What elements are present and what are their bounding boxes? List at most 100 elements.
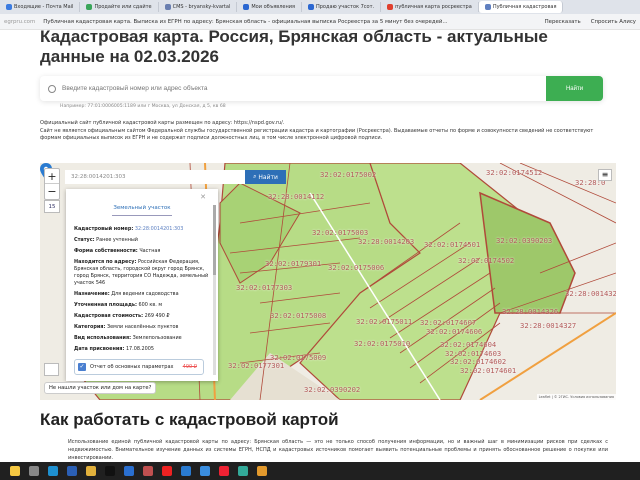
parcel-label[interactable]: 32:02:0175008 xyxy=(270,311,326,320)
taskbar-app-icon[interactable] xyxy=(162,466,172,476)
tab-favicon-icon xyxy=(243,4,250,10)
parcel-label[interactable]: 32:02:0174607 xyxy=(420,318,476,327)
taskbar-app-icon[interactable] xyxy=(257,466,267,476)
report-option[interactable]: ✓ Отчет об основных параметрах 490 ₽ xyxy=(74,359,204,375)
field-label: Форма собственности: xyxy=(74,248,138,254)
taskbar-app-icon[interactable] xyxy=(29,466,39,476)
cadastral-map[interactable]: 32:02:0175002 32:28:0014112 32:02:0174512 3… xyxy=(40,163,616,400)
parcel-label[interactable]: 32:28:0014326 xyxy=(502,307,558,316)
taskbar-app-icon[interactable] xyxy=(200,466,210,476)
popup-field: Статус: Ранее учтенный xyxy=(74,237,210,244)
parcel-label[interactable]: 32:02:0390203 xyxy=(496,236,552,245)
field-label: Кадастровая стоимость: xyxy=(74,313,144,319)
parcel-label[interactable]: 32:02:0174604 xyxy=(440,340,496,349)
browser-tab[interactable]: Входящие - Почта Mail xyxy=(0,2,81,12)
search-hint: Например: 77:01:0006005:1189 или г Москв… xyxy=(60,104,226,109)
tab-favicon-icon xyxy=(308,4,314,10)
page-title: Кадастровая карта. Россия, Брянская обла… xyxy=(40,27,548,66)
report-label: Отчет об основных параметрах xyxy=(90,363,174,370)
parcel-label[interactable]: 32:28:0014327 xyxy=(520,321,576,330)
taskbar-app-icon[interactable] xyxy=(10,466,20,476)
tab-label: Публичная кадастровая xyxy=(492,4,557,10)
field-label: Находится по адресу: xyxy=(74,259,137,265)
url-domain: egrpru.com xyxy=(4,18,36,25)
popup-field: Назначение: Для ведения садоводства xyxy=(74,291,210,298)
taskbar-app-icon[interactable] xyxy=(124,466,134,476)
parcel-label[interactable]: 32:02:0390202 xyxy=(304,385,360,394)
map-attribution: Leaflet | © 2ГИС. Условия использования xyxy=(536,394,616,400)
search-button[interactable]: Найти xyxy=(546,76,603,101)
parcel-label[interactable]: 32:28:0014203 xyxy=(358,237,414,246)
field-value: 600 кв. м xyxy=(138,302,163,308)
notice-line: Официальный сайт публичной кадастровой к… xyxy=(40,120,285,126)
parcel-label[interactable]: 32:02:0174502 xyxy=(458,256,514,265)
zoom-level: 15 xyxy=(44,200,60,213)
popup-scrollbar[interactable] xyxy=(213,205,216,375)
taskbar-app-icon[interactable] xyxy=(105,466,115,476)
tab-favicon-icon xyxy=(387,4,394,10)
map-search-input[interactable]: 32:28:0014201:303 xyxy=(65,170,245,184)
tab-label: Мои объявления xyxy=(251,4,295,10)
field-label: Уточненная площадь: xyxy=(74,302,137,308)
field-label: Дата присвоения: xyxy=(74,346,125,352)
map-find-label: Найти xyxy=(258,173,278,181)
popup-field: Находится по адресу: Российская Федераци… xyxy=(74,259,210,287)
taskbar-app-icon[interactable] xyxy=(48,466,58,476)
zoom-controls: + − xyxy=(44,168,60,200)
tab-favicon-icon xyxy=(484,4,491,10)
not-found-button[interactable]: Не нашли участок или дом на карте? xyxy=(44,382,157,394)
parcel-label[interactable]: 32:02:0175003 xyxy=(312,228,368,237)
map-find-button[interactable]: ⌕ Найти xyxy=(245,170,286,184)
taskbar-app-icon[interactable] xyxy=(219,466,229,476)
tab-label: Продайте или сдайте xyxy=(94,4,152,10)
field-value[interactable]: 32:28:0014201:303 xyxy=(135,226,184,232)
taskbar-app-icon[interactable] xyxy=(238,466,248,476)
retell-button[interactable]: Пересказать xyxy=(545,19,581,25)
parcel-label[interactable]: 32:02:0175006 xyxy=(328,263,384,272)
parcel-label[interactable]: 32:28:0014112 xyxy=(268,192,324,201)
taskbar-app-icon[interactable] xyxy=(86,466,96,476)
field-value: Для ведения садоводства xyxy=(111,291,179,297)
browser-tab[interactable]: Мои объявления xyxy=(237,2,302,12)
popup-field: Уточненная площадь: 600 кв. м xyxy=(74,302,210,309)
field-label: Категория: xyxy=(74,324,106,330)
zoom-in-button[interactable]: + xyxy=(45,169,59,184)
search-icon xyxy=(48,84,56,93)
taskbar-app-icon[interactable] xyxy=(181,466,191,476)
browser-tab[interactable]: CMS - bryansky-kvartal xyxy=(159,2,238,12)
parcel-label[interactable]: 32:02:0174601 xyxy=(460,366,516,375)
browser-tab[interactable]: Публичная кадастровая xyxy=(478,1,564,13)
menu-icon[interactable]: ≡ xyxy=(598,169,612,181)
parcel-label[interactable]: 32:02:0174512 xyxy=(486,168,542,177)
parcel-label[interactable]: 32:02:0175011 xyxy=(356,317,412,326)
tab-label: публичная карта росреестра xyxy=(395,4,472,10)
layers-button[interactable] xyxy=(44,363,59,376)
checkbox-checked-icon[interactable]: ✓ xyxy=(78,363,86,371)
zoom-out-button[interactable]: − xyxy=(45,184,59,199)
taskbar-app-icon[interactable] xyxy=(143,466,153,476)
parcel-label[interactable]: 32:28:001432 xyxy=(565,289,616,298)
popup-field: Дата присвоения: 17.08.2005 xyxy=(74,346,210,353)
parcel-label[interactable]: 32:02:0177301 xyxy=(228,361,284,370)
parcel-label[interactable]: 32:02:0177303 xyxy=(236,283,292,292)
taskbar xyxy=(0,462,640,480)
browser-tab[interactable]: Продайте или сдайте xyxy=(80,2,159,12)
field-label: Вид использования: xyxy=(74,335,132,341)
taskbar-app-icon[interactable] xyxy=(67,466,77,476)
parcel-label[interactable]: 32:02:0175002 xyxy=(320,170,376,179)
popup-field: Форма собственности: Частная xyxy=(74,248,210,255)
parcel-label[interactable]: 32:02:0174501 xyxy=(424,240,480,249)
field-value: Ранее учтенный xyxy=(96,237,138,243)
search-input[interactable] xyxy=(62,85,546,92)
ask-alice-button[interactable]: Спросить Алису xyxy=(591,19,636,25)
tab-favicon-icon xyxy=(6,4,12,10)
parcel-label[interactable]: 32:02:0175010 xyxy=(354,339,410,348)
browser-tab[interactable]: публичная карта росреестра xyxy=(381,2,479,12)
parcel-label[interactable]: 32:02:0174602 xyxy=(450,357,506,366)
parcel-label[interactable]: 32:02:0174606 xyxy=(426,327,482,336)
browser-tab[interactable]: Продаю участок 7сот. xyxy=(302,2,382,12)
url-page-title: Публичная кадастровая карта. Выписка из … xyxy=(43,18,448,25)
tab-label: Входящие - Почта Mail xyxy=(14,4,74,10)
close-icon[interactable]: ✕ xyxy=(200,194,206,201)
parcel-label[interactable]: 32:02:0179301 xyxy=(265,259,321,268)
